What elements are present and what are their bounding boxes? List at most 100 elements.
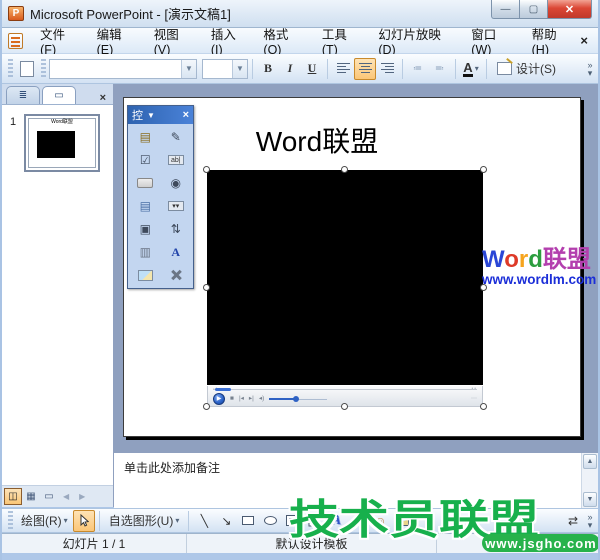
font-size-combobox[interactable]: ▼ bbox=[202, 58, 248, 79]
command-button-icon[interactable] bbox=[130, 173, 161, 193]
normal-view-button[interactable]: ◫ bbox=[4, 488, 22, 505]
control-toolbox-titlebar[interactable]: 控 ▼ × bbox=[128, 106, 193, 124]
more-controls-icon[interactable] bbox=[161, 265, 192, 285]
chevron-down-icon: ▾ bbox=[63, 516, 68, 525]
resize-handle-top-center[interactable] bbox=[341, 166, 348, 173]
tab-outline[interactable]: ≣ bbox=[6, 86, 40, 104]
seek-bar[interactable]: -• •• bbox=[213, 386, 477, 392]
align-left-button[interactable] bbox=[332, 58, 354, 80]
volume-thumb[interactable] bbox=[293, 395, 300, 402]
new-slide-button[interactable] bbox=[16, 58, 38, 80]
close-button[interactable]: ✕ bbox=[548, 0, 592, 19]
oval-tool-button[interactable] bbox=[259, 510, 281, 532]
close-toolbox-icon[interactable]: × bbox=[183, 109, 189, 121]
toolbar-grip[interactable] bbox=[41, 58, 46, 79]
stop-button[interactable]: ■ bbox=[230, 394, 234, 404]
font-color-button[interactable]: A ▾ bbox=[460, 58, 482, 80]
toolbar-separator bbox=[486, 58, 487, 79]
bold-button[interactable]: B bbox=[257, 58, 279, 80]
minimize-button[interactable]: — bbox=[491, 0, 520, 19]
italic-button[interactable]: I bbox=[279, 58, 301, 80]
resize-handle-bottom-left[interactable] bbox=[203, 403, 210, 410]
notes-placeholder[interactable]: 单击此处添加备注 bbox=[114, 453, 598, 476]
checkbox-icon[interactable]: ☑ bbox=[130, 150, 161, 170]
align-right-button[interactable] bbox=[376, 58, 398, 80]
design-label: 设计(S) bbox=[516, 62, 556, 76]
close-pane-icon[interactable]: × bbox=[97, 92, 109, 104]
align-center-button[interactable] bbox=[354, 57, 376, 80]
image-icon[interactable] bbox=[130, 265, 161, 285]
toolbar-options-button[interactable]: » ▾ bbox=[584, 512, 598, 529]
chevron-down-icon[interactable]: ▼ bbox=[147, 111, 155, 120]
resize-handle-top-right[interactable] bbox=[480, 166, 487, 173]
slide-thumbnail[interactable]: Word联盟 bbox=[24, 114, 100, 172]
label-icon[interactable]: A bbox=[161, 242, 192, 262]
maximize-button[interactable]: ▢ bbox=[520, 0, 548, 19]
bullets-button[interactable]: ≕ bbox=[429, 58, 451, 80]
play-button[interactable]: ▶ bbox=[213, 392, 225, 405]
new-document-icon bbox=[20, 60, 34, 77]
scroll-right-icon[interactable]: ▶ bbox=[74, 492, 90, 501]
media-object[interactable]: -• •• ▶ ■ |◂ ▸| ◂) bbox=[203, 166, 487, 410]
line-tool-button[interactable]: ╲ bbox=[193, 510, 215, 532]
list-box-icon[interactable]: ▤ bbox=[130, 196, 161, 216]
draw-menu-button[interactable]: 绘图(R) ▾ bbox=[16, 510, 73, 532]
properties-icon[interactable]: ▤ bbox=[130, 127, 161, 147]
previous-button[interactable]: |◂ bbox=[239, 394, 244, 404]
chevron-down-icon[interactable]: ▾ bbox=[475, 64, 479, 73]
resize-handle-bottom-right[interactable] bbox=[480, 403, 487, 410]
volume-slider[interactable] bbox=[269, 395, 328, 403]
textbox-icon[interactable]: ab| bbox=[161, 150, 192, 170]
font-name-combobox[interactable]: ▼ bbox=[49, 58, 197, 79]
arrow-icon: ↘ bbox=[221, 513, 232, 528]
tab-slides[interactable]: ▭ bbox=[42, 86, 76, 104]
panel-tabs: ≣ ▭ × bbox=[2, 84, 113, 105]
notes-scrollbar[interactable]: ▲ ▼ bbox=[581, 453, 598, 508]
slideshow-view-button[interactable]: ▭ bbox=[40, 488, 58, 505]
scroll-left-icon[interactable]: ◀ bbox=[58, 492, 74, 501]
scroll-down-icon[interactable]: ▼ bbox=[583, 492, 597, 507]
font-color-icon: A bbox=[463, 59, 473, 77]
resize-handle-middle-left[interactable] bbox=[203, 284, 210, 291]
video-display-area[interactable] bbox=[207, 170, 483, 385]
toolbar-grip[interactable] bbox=[8, 58, 13, 79]
view-code-icon[interactable]: ✎ bbox=[161, 127, 192, 147]
toolbar-separator bbox=[327, 58, 328, 79]
bulleted-list-icon: ≕ bbox=[435, 63, 445, 73]
oval-icon bbox=[263, 516, 277, 525]
option-button-icon[interactable]: ◉ bbox=[161, 173, 192, 193]
resize-handle-top-left[interactable] bbox=[203, 166, 210, 173]
volume-fill bbox=[269, 397, 296, 400]
volume-icon[interactable]: ◂) bbox=[259, 394, 264, 404]
arrow-tool-button[interactable]: ↘ bbox=[215, 510, 237, 532]
align-right-icon bbox=[380, 63, 394, 74]
scrollbar-icon[interactable]: ▥ bbox=[130, 242, 161, 262]
numbered-list-icon: ≔ bbox=[413, 63, 423, 73]
underline-button[interactable]: U bbox=[301, 58, 323, 80]
brand-letter: r bbox=[518, 246, 529, 273]
control-toolbox-grid: ▤ ✎ ☑ ab| ◉ ▤ ▾▾ ▣ ⇅ ▥ A bbox=[128, 124, 193, 288]
slide-sorter-view-button[interactable]: ▦ bbox=[22, 488, 40, 505]
rectangle-tool-button[interactable] bbox=[237, 510, 259, 532]
next-button[interactable]: ▸| bbox=[249, 394, 254, 404]
seek-track[interactable] bbox=[213, 389, 477, 390]
spin-button-icon[interactable]: ⇅ bbox=[161, 219, 192, 239]
slide-design-button[interactable]: 设计(S) bbox=[491, 58, 562, 80]
chevron-down-icon[interactable]: ▼ bbox=[181, 59, 196, 78]
slides-tab-icon: ▭ bbox=[54, 90, 64, 101]
toggle-button-icon[interactable]: ▣ bbox=[130, 219, 161, 239]
draw-label: 绘图(R) bbox=[21, 514, 62, 528]
toolbar-options-button[interactable]: » ▾ bbox=[584, 60, 598, 77]
toolbar-grip[interactable] bbox=[8, 510, 13, 531]
chevron-down-icon[interactable]: ▼ bbox=[232, 59, 247, 78]
select-objects-button[interactable] bbox=[72, 509, 95, 532]
resize-handle-bottom-center[interactable] bbox=[341, 403, 348, 410]
arrow-style-button[interactable]: ⇄ bbox=[562, 510, 584, 532]
close-presentation-icon[interactable]: × bbox=[580, 33, 588, 48]
numbering-button[interactable]: ≔ bbox=[407, 58, 429, 80]
wordlm-brand-text: Word联盟 bbox=[482, 248, 598, 272]
scroll-up-icon[interactable]: ▲ bbox=[583, 454, 597, 469]
chevron-down-icon: ▾ bbox=[175, 516, 180, 525]
combo-box-icon[interactable]: ▾▾ bbox=[161, 196, 192, 216]
autoshapes-button[interactable]: 自选图形(U) ▾ bbox=[104, 510, 185, 532]
